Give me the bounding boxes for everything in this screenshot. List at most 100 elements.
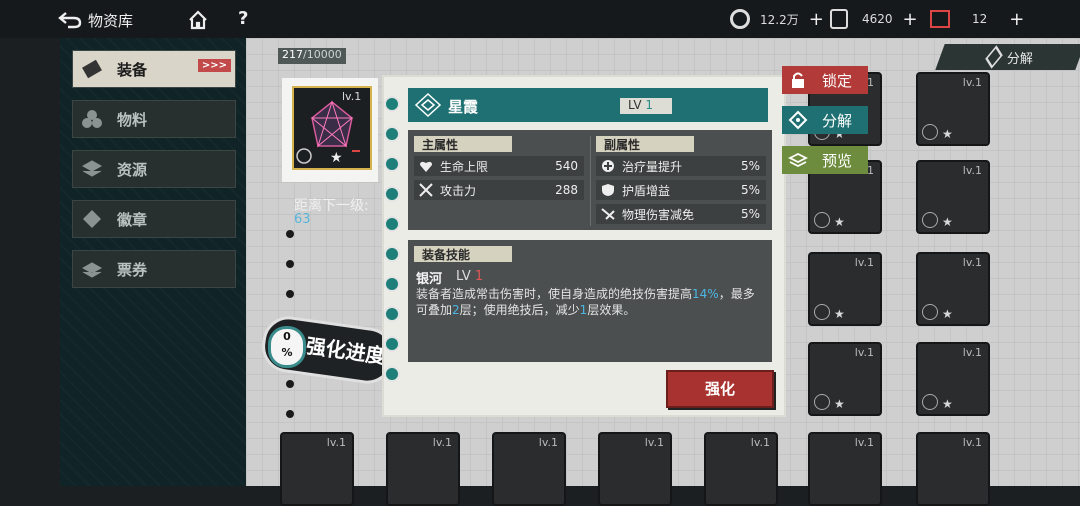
sidebar-item-resource[interactable]: 资源	[72, 150, 236, 188]
inventory-cell[interactable]: lv.1 ★	[916, 252, 990, 326]
binder-ring	[384, 306, 400, 322]
star-icon: ★	[834, 397, 845, 411]
element-icon	[922, 394, 938, 410]
help-button[interactable]: ?	[238, 8, 254, 30]
attr-value: 5%	[740, 183, 760, 197]
equipment-name: 星霞	[448, 98, 479, 116]
cell-level: lv.1	[432, 436, 452, 449]
back-arrow-icon	[58, 12, 82, 29]
voucher-icon	[81, 258, 103, 280]
element-icon	[814, 304, 830, 320]
batch-decompose-label: 分解	[1006, 51, 1033, 67]
card-add-button[interactable]: +	[1009, 9, 1024, 30]
card-resource: 12 +	[930, 8, 1024, 30]
back-button[interactable]: 物资库	[58, 8, 178, 32]
sidebar-item-badge[interactable]: 徽章	[72, 200, 236, 238]
sidebar-item-material[interactable]: 物料	[72, 100, 236, 138]
inventory-cell[interactable]: lv.1	[808, 432, 882, 506]
skill-name: 银河	[416, 272, 443, 287]
home-icon[interactable]	[188, 10, 208, 30]
inventory-cell[interactable]: lv.1	[280, 432, 354, 506]
element-icon	[922, 124, 938, 140]
active-arrows: >>>	[197, 59, 231, 72]
inventory-cell[interactable]: lv.1 ★	[916, 342, 990, 416]
ticket-resource: 4620 +	[830, 8, 918, 30]
binder-hole	[286, 290, 294, 298]
sidebar-item-label: 装备	[117, 60, 148, 79]
decompose-button[interactable]: 分解	[782, 106, 868, 134]
lock-button[interactable]: 锁定	[782, 66, 868, 94]
sidebar-item-label: 资源	[117, 160, 148, 179]
enhance-button[interactable]: 强化	[666, 370, 774, 408]
binder-hole	[286, 230, 294, 238]
cell-level: lv.1	[962, 256, 982, 269]
next-level-value: 63	[294, 212, 311, 227]
skill-level-prefix: LV	[456, 269, 471, 284]
material-icon	[81, 108, 103, 130]
inventory-cell[interactable]: lv.1	[916, 432, 990, 506]
attr-value: 5%	[740, 207, 760, 221]
inventory-cell[interactable]: lv.1 ★	[916, 160, 990, 234]
cell-level: lv.1	[854, 436, 874, 449]
binder-ring	[384, 336, 400, 352]
binder-hole	[286, 260, 294, 268]
inventory-cell[interactable]: lv.1 ★	[808, 252, 882, 326]
sidebar-item-label: 物料	[117, 110, 148, 129]
lock-label: 锁定	[822, 71, 853, 90]
attr-value: 5%	[740, 159, 760, 173]
coin-icon	[730, 9, 750, 29]
skill-description: 装备者造成常击伤害时，使自身造成的绝技伤害提高14%，最多可叠加2层；使用绝技后…	[416, 286, 764, 318]
main-attr-row: 攻击力 288	[414, 180, 584, 200]
element-icon	[814, 394, 830, 410]
inventory-cell[interactable]: lv.1 ★	[808, 342, 882, 416]
star-icon: ★	[834, 307, 845, 321]
cell-level: lv.1	[962, 436, 982, 449]
heart-icon	[418, 159, 434, 173]
inventory-cell[interactable]: lv.1	[386, 432, 460, 506]
sub-attr-title: 副属性	[596, 136, 694, 152]
star-icon: ★	[942, 215, 953, 229]
attr-label: 护盾增益	[622, 183, 671, 198]
skill-level: LV 1	[456, 269, 483, 284]
cell-level: lv.1	[538, 436, 558, 449]
sub-attr-row: 物理伤害减免 5%	[596, 204, 766, 224]
progress-unit: %	[281, 346, 293, 359]
attr-label: 物理伤害减免	[622, 207, 695, 222]
ticket-icon	[830, 9, 848, 29]
binder-ring	[384, 186, 400, 202]
card-icon	[930, 10, 950, 28]
binder-ring	[384, 246, 400, 262]
coin-add-button[interactable]: +	[809, 9, 824, 30]
inventory-cell[interactable]: lv.1	[704, 432, 778, 506]
skill-desc-text: 层；使用绝技后，减少	[459, 303, 580, 317]
sub-attr-row: 护盾增益 5%	[596, 180, 766, 200]
binder-hole	[286, 380, 294, 388]
equipment-icon	[81, 58, 103, 80]
element-icon	[922, 304, 938, 320]
skill-level-value: 1	[474, 269, 484, 284]
diamond-icon	[985, 45, 1003, 69]
skill-desc-text: 层效果。	[587, 303, 636, 317]
inventory-cell[interactable]: lv.1	[598, 432, 672, 506]
preview-button[interactable]: 预览	[782, 146, 868, 174]
sidebar-item-equipment[interactable]: 装备 >>>	[72, 50, 236, 88]
attr-value: 540	[555, 159, 578, 173]
constellation-icon	[414, 92, 442, 118]
binder-ring	[384, 216, 400, 232]
level-prefix: LV	[628, 98, 642, 112]
main-attr-title: 主属性	[414, 136, 512, 152]
batch-decompose-button[interactable]: 分解	[935, 44, 1080, 70]
progress-percent: 0	[283, 330, 291, 343]
inventory-cell[interactable]: lv.1	[492, 432, 566, 506]
sidebar-item-voucher[interactable]: 票券	[72, 250, 236, 288]
skill-desc-text: 装备者造成常击伤害时，使自身造成的绝技伤害提高	[416, 287, 693, 301]
inventory-cell[interactable]: lv.1 ★	[916, 72, 990, 146]
ticket-add-button[interactable]: +	[903, 9, 918, 30]
attr-divider	[590, 136, 591, 226]
item-level-tag: lv.1	[342, 90, 362, 103]
attributes-box: 主属性 副属性 生命上限 540 攻击力 288 治疗量提升 5% 护盾增益 5…	[408, 130, 772, 230]
star-icon: ★	[834, 215, 845, 229]
ticket-value: 4620	[862, 12, 893, 26]
cell-level: lv.1	[644, 436, 664, 449]
star-icon: ★	[942, 397, 953, 411]
